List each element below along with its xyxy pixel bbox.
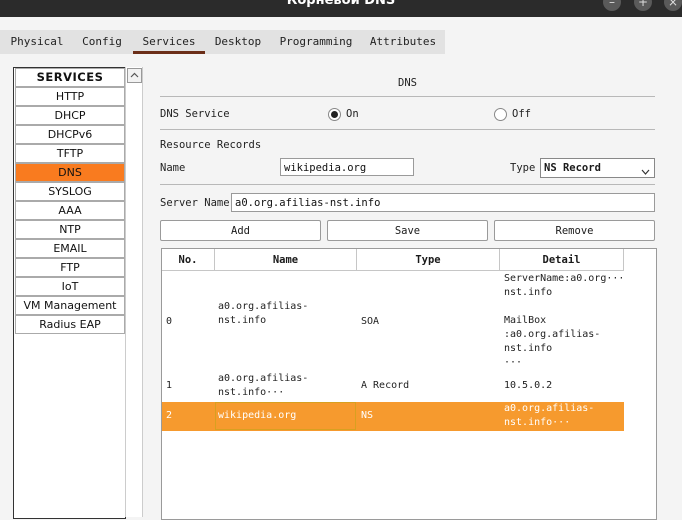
service-item-ftp[interactable]: FTP — [15, 258, 125, 277]
tab-programming[interactable]: Programming — [277, 30, 355, 54]
row-2-detail[interactable]: a0.org.afilias- nst.info··· — [504, 402, 594, 430]
minimize-icon[interactable]: – — [603, 0, 621, 11]
row-2-type[interactable]: NS — [361, 409, 373, 423]
tab-physical[interactable]: Physical — [6, 30, 68, 54]
column-header-no[interactable]: No. — [162, 249, 215, 271]
service-item-vm-management[interactable]: VM Management — [15, 296, 125, 315]
column-header-type[interactable]: Type — [357, 249, 500, 271]
records-table: No. Name Type Detail 0 a0.org.afilias- n… — [161, 248, 657, 520]
row-0-no[interactable]: 0 — [166, 315, 172, 329]
row-2-no[interactable]: 2 — [166, 409, 172, 423]
column-header-detail[interactable]: Detail — [500, 249, 624, 271]
row-0-name[interactable]: a0.org.afilias- nst.info — [218, 300, 308, 328]
services-header: SERVICES — [15, 68, 125, 87]
server-name-input[interactable]: a0.org.afilias-nst.info — [231, 193, 655, 212]
service-item-radius-eap[interactable]: Radius EAP — [15, 315, 125, 334]
type-label: Type — [510, 162, 536, 174]
type-select[interactable]: NS Record — [540, 158, 655, 178]
row-1-no[interactable]: 1 — [166, 379, 172, 393]
row-1-type[interactable]: A Record — [361, 379, 409, 393]
dns-off-label[interactable]: Off — [512, 108, 531, 120]
service-item-http[interactable]: HTTP — [15, 87, 125, 106]
chevron-down-icon — [641, 164, 650, 182]
scroll-up-icon[interactable] — [127, 68, 142, 83]
service-item-syslog[interactable]: SYSLOG — [15, 182, 125, 201]
window-title: Корневой DNS — [286, 0, 396, 8]
row-1-name[interactable]: a0.org.afilias- nst.info··· — [218, 372, 308, 400]
close-icon[interactable]: × — [664, 0, 682, 11]
dns-panel: DNS DNS Service On Off Resource Records … — [150, 67, 670, 520]
name-input[interactable]: wikipedia.org — [280, 158, 414, 176]
row-0-detail[interactable]: ServerName:a0.org··· nst.info MailBox :a… — [504, 272, 624, 370]
type-select-value: NS Record — [544, 162, 601, 174]
name-label: Name — [160, 162, 186, 174]
dns-off-radio[interactable] — [494, 108, 507, 121]
services-scrollbar[interactable] — [125, 67, 143, 517]
service-item-aaa[interactable]: AAA — [15, 201, 125, 220]
dns-on-label[interactable]: On — [346, 108, 359, 120]
resource-records-label: Resource Records — [160, 139, 262, 151]
table-row-selected[interactable]: 2 wikipedia.org NS a0.org.afilias- nst.i… — [162, 402, 624, 431]
tab-bar: Physical Config Services Desktop Program… — [0, 30, 445, 54]
panel-heading: DNS — [398, 77, 417, 89]
add-button[interactable]: Add — [160, 220, 321, 241]
service-item-iot[interactable]: IoT — [15, 277, 125, 296]
remove-button[interactable]: Remove — [494, 220, 655, 241]
save-button[interactable]: Save — [327, 220, 488, 241]
tab-services[interactable]: Services — [133, 30, 205, 54]
service-item-tftp[interactable]: TFTP — [15, 144, 125, 163]
tab-desktop[interactable]: Desktop — [210, 30, 266, 54]
column-header-name[interactable]: Name — [215, 249, 357, 271]
row-0-type[interactable]: SOA — [361, 315, 379, 329]
service-item-dhcp[interactable]: DHCP — [15, 106, 125, 125]
server-name-label: Server Name — [160, 197, 230, 209]
dns-service-label: DNS Service — [160, 108, 230, 120]
service-item-dhcpv6[interactable]: DHCPv6 — [15, 125, 125, 144]
service-item-ntp[interactable]: NTP — [15, 220, 125, 239]
tab-config[interactable]: Config — [76, 30, 128, 54]
maximize-icon[interactable]: + — [634, 0, 652, 11]
service-item-email[interactable]: EMAIL — [15, 239, 125, 258]
service-item-dns[interactable]: DNS — [15, 163, 125, 182]
row-1-detail[interactable]: 10.5.0.2 — [504, 379, 552, 393]
services-list: SERVICES HTTP DHCP DHCPv6 TFTP DNS SYSLO… — [13, 67, 126, 519]
dns-on-radio[interactable] — [328, 108, 341, 121]
tab-attributes[interactable]: Attributes — [365, 30, 441, 54]
row-2-name[interactable]: wikipedia.org — [218, 409, 296, 423]
title-bar: Корневой DNS – + × — [0, 0, 682, 17]
